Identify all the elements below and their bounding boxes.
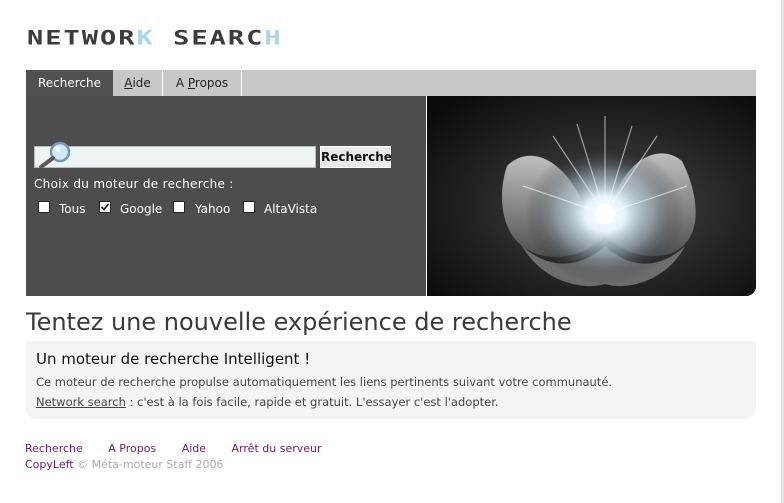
footer-nav: Recherche A Propos Aide Arrêt du serveur	[25, 442, 322, 455]
checkbox-label-yahoo: Yahoo	[195, 202, 231, 216]
checkbox-label-tous: Tous	[59, 202, 86, 216]
search-panel	[26, 96, 426, 296]
checkbox-altavista[interactable]	[243, 201, 255, 213]
footer-link-recherche[interactable]: Recherche	[25, 442, 83, 455]
logo: NETWORK SEARCH	[27, 27, 283, 50]
footer-link-arret-serveur[interactable]: Arrêt du serveur	[232, 442, 322, 455]
network-search-link[interactable]: Network search	[36, 395, 126, 409]
copyright: CopyLeft © Méta-moteur Staff 2006	[25, 458, 224, 471]
footer-link-aide[interactable]: Aide	[182, 442, 206, 455]
checkmark-icon	[100, 203, 110, 211]
info-tagline: Network search : c'est à la fois facile,…	[36, 395, 499, 409]
search-field[interactable]	[34, 141, 316, 168]
checkbox-google[interactable]	[99, 201, 111, 213]
checkbox-label-altavista: AltaVista	[264, 202, 318, 216]
tab-recherche[interactable]: Recherche	[26, 70, 113, 96]
engine-choice-label: Choix du moteur de recherche :	[34, 177, 234, 191]
footer-link-a-propos[interactable]: A Propos	[108, 442, 156, 455]
checkbox-tous[interactable]	[38, 201, 50, 213]
page-headline: Tentez une nouvelle expérience de recher…	[26, 308, 572, 336]
checkbox-label-google: Google	[120, 202, 163, 216]
tab-a-propos[interactable]: A Propos	[163, 70, 242, 96]
tab-bar: Recherche Aide A Propos	[26, 70, 756, 96]
search-button[interactable]: Recherche	[320, 146, 392, 168]
glowing-hands-image	[427, 96, 756, 296]
info-description: Ce moteur de recherche propulse automati…	[36, 375, 613, 389]
checkbox-yahoo[interactable]	[173, 201, 185, 213]
magnifier-icon	[39, 141, 71, 168]
copyleft-link[interactable]: CopyLeft	[25, 458, 74, 471]
tab-aide[interactable]: Aide	[113, 70, 163, 96]
info-title: Un moteur de recherche Intelligent !	[36, 350, 311, 368]
search-input[interactable]	[71, 147, 313, 167]
